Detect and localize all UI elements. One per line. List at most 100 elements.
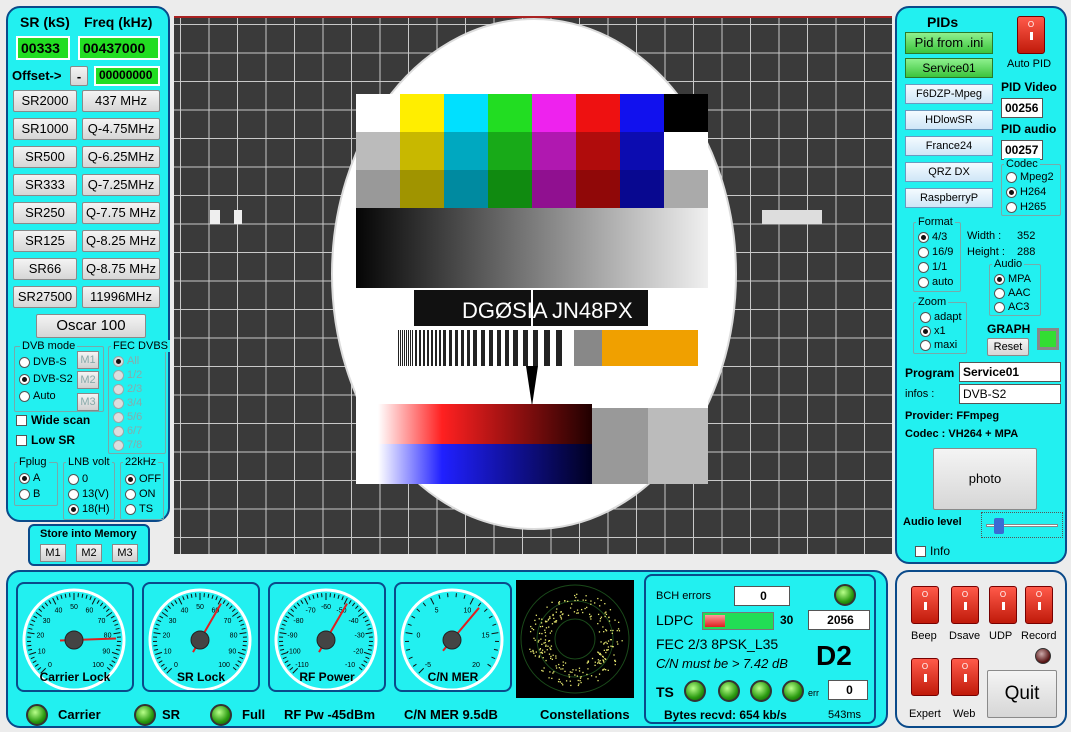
web-toggle[interactable] <box>951 658 979 696</box>
store-m1-button[interactable]: M1 <box>40 544 66 562</box>
err-label: err <box>808 688 819 698</box>
udp-label: UDP <box>989 630 1013 642</box>
service-button-0[interactable]: Service01 <box>905 58 993 78</box>
pid-from-ini-button[interactable]: Pid from .ini <box>905 32 993 54</box>
audio-level-slider[interactable] <box>981 512 1063 538</box>
low-sr-checkbox[interactable]: Low SR <box>16 433 75 447</box>
offset-sign-button[interactable]: - <box>70 66 88 86</box>
radio-lnb-18h[interactable]: 18(H) <box>68 503 110 515</box>
gauge-tick-label: -100 <box>287 649 301 656</box>
service-button-1[interactable]: F6DZP-Mpeg <box>905 84 993 104</box>
sr-button-7[interactable]: SR27500 <box>13 286 77 308</box>
gauge-tick-label: -90 <box>287 633 297 640</box>
radio-1-1[interactable]: 1/1 <box>918 261 947 273</box>
service-button-2[interactable]: HDlowSR <box>905 110 993 130</box>
freq-button-0[interactable]: 437 MHz <box>82 90 160 112</box>
auto-pid-toggle[interactable] <box>1017 16 1045 54</box>
freq-button-4[interactable]: Q-7.75 MHz <box>82 202 160 224</box>
radio-lnb-0[interactable]: 0 <box>68 473 88 485</box>
radio-h264[interactable]: H264 <box>1006 186 1046 198</box>
radio-dvbs[interactable]: DVB-S <box>19 356 67 368</box>
freq-button-1[interactable]: Q-4.75MHz <box>82 118 160 140</box>
store-m2-button[interactable]: M2 <box>76 544 102 562</box>
store-m3-button[interactable]: M3 <box>112 544 138 562</box>
gauge-2: -110 -100 -90 -80 -70 -60 -50 -40 -30 -20 -10 RF Po… <box>268 582 386 692</box>
store-memory-panel: Store into Memory M1 M2 M3 <box>28 524 150 566</box>
dsave-toggle[interactable] <box>951 586 979 624</box>
radio-zoom-maxi[interactable]: maxi <box>920 339 957 351</box>
freq-button-7[interactable]: 11996MHz <box>82 286 160 308</box>
radio-h265[interactable]: H265 <box>1006 201 1046 213</box>
radio-fplug-b[interactable]: B <box>19 488 40 500</box>
service-button-3[interactable]: France24 <box>905 136 993 156</box>
radio-mpa[interactable]: MPA <box>994 273 1031 285</box>
radio-zoom-x1[interactable]: x1 <box>920 325 946 337</box>
expert-toggle[interactable] <box>911 658 939 696</box>
radio-22khz-ts[interactable]: TS <box>125 503 153 515</box>
constellations-label: Constellations <box>540 707 630 722</box>
mem-side-m3[interactable]: M3 <box>77 393 99 411</box>
sr-button-4[interactable]: SR250 <box>13 202 77 224</box>
freq-button-5[interactable]: Q-8.25 MHz <box>82 230 160 252</box>
freq-value-field[interactable]: 00437000 <box>78 36 160 60</box>
pid-video-field[interactable]: 00256 <box>1001 98 1043 118</box>
beep-toggle[interactable] <box>911 586 939 624</box>
graph-indicator[interactable] <box>1037 328 1059 350</box>
radio-lnb-13v[interactable]: 13(V) <box>68 488 109 500</box>
gauge-tick-label: -110 <box>295 662 309 669</box>
gauge-tick-label: 30 <box>43 618 51 625</box>
radio-22khz-off[interactable]: OFF <box>125 473 161 485</box>
radio-dvbs2[interactable]: DVB-S2 <box>19 373 73 385</box>
freq-button-6[interactable]: Q-8.75 MHz <box>82 258 160 280</box>
info-checkbox[interactable]: Info <box>915 544 950 558</box>
sr-button-6[interactable]: SR66 <box>13 258 77 280</box>
radio-auto[interactable]: Auto <box>19 390 56 402</box>
infos-field[interactable]: DVB-S2 <box>959 384 1061 404</box>
oscar100-button[interactable]: Oscar 100 <box>36 314 146 338</box>
photo-button[interactable]: photo <box>933 448 1037 510</box>
service-button-4[interactable]: QRZ DX <box>905 162 993 182</box>
freq-button-3[interactable]: Q-7.25MHz <box>82 174 160 196</box>
sr-button-5[interactable]: SR125 <box>13 230 77 252</box>
mem-side-m1[interactable]: M1 <box>77 351 99 369</box>
wide-scan-checkbox[interactable]: Wide scan <box>16 413 90 427</box>
radio-fec-all[interactable]: All <box>113 355 139 367</box>
record-toggle[interactable] <box>1025 586 1053 624</box>
pid-audio-field[interactable]: 00257 <box>1001 140 1043 160</box>
radio-fec-2-3[interactable]: 2/3 <box>113 383 142 395</box>
radio-fplug-a[interactable]: A <box>19 472 40 484</box>
radio-16-9[interactable]: 16/9 <box>918 246 953 258</box>
radio-auto-format[interactable]: auto <box>918 276 953 288</box>
mem-side-m2[interactable]: M2 <box>77 371 99 389</box>
sr-button-1[interactable]: SR1000 <box>13 118 77 140</box>
offset-value-field[interactable]: 00000000 <box>94 66 160 86</box>
audio-level-thumb[interactable] <box>993 518 1004 534</box>
freq-button-2[interactable]: Q-6.25MHz <box>82 146 160 168</box>
gauge-tick-label: 10 <box>38 649 46 656</box>
sr-button-0[interactable]: SR2000 <box>13 90 77 112</box>
radio-aac[interactable]: AAC <box>994 287 1031 299</box>
radio-fec-6-7[interactable]: 6/7 <box>113 425 142 437</box>
sr-button-2[interactable]: SR500 <box>13 146 77 168</box>
radio-ac3[interactable]: AC3 <box>994 301 1029 313</box>
fec-group: FEC DVBS All 1/2 2/3 3/4 5/6 6/7 7/8 <box>108 340 171 454</box>
offset-label: Offset-> <box>12 68 62 83</box>
reset-button[interactable]: Reset <box>987 338 1029 356</box>
radio-22khz-on[interactable]: ON <box>125 488 156 500</box>
udp-toggle[interactable] <box>989 586 1017 624</box>
gauge-label-0: Carrier Lock <box>39 670 111 684</box>
radio-4-3[interactable]: 4/3 <box>918 231 947 243</box>
quit-button[interactable]: Quit <box>987 670 1057 718</box>
radio-fec-5-6[interactable]: 5/6 <box>113 411 142 423</box>
sr-button-3[interactable]: SR333 <box>13 174 77 196</box>
sr-value-field[interactable]: 00333 <box>16 36 70 60</box>
service-button-5[interactable]: RaspberryP <box>905 188 993 208</box>
radio-fec-3-4[interactable]: 3/4 <box>113 397 142 409</box>
beep-label: Beep <box>911 630 937 642</box>
program-field[interactable]: Service01 <box>959 362 1061 382</box>
radio-mpeg2[interactable]: Mpeg2 <box>1006 171 1054 183</box>
provider-text: Provider: FFmpeg <box>905 410 1000 422</box>
radio-zoom-adapt[interactable]: adapt <box>920 311 962 323</box>
radio-fec-1-2[interactable]: 1/2 <box>113 369 142 381</box>
radio-fec-7-8[interactable]: 7/8 <box>113 439 142 451</box>
